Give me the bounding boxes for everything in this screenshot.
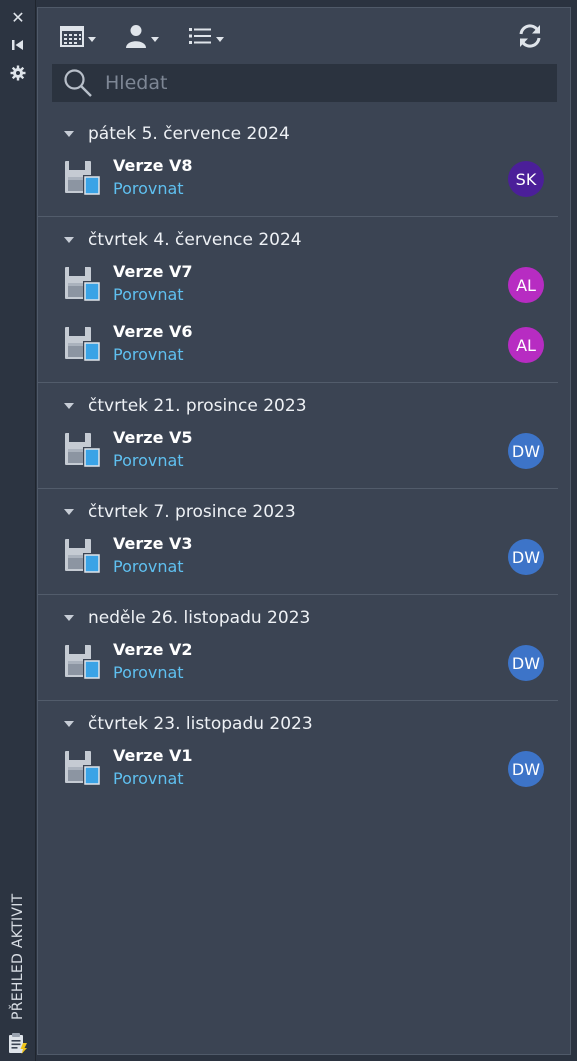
version-row[interactable]: Verze V1 Porovnat DW: [38, 746, 570, 806]
avatar: DW: [508, 645, 544, 681]
chevron-down-icon: [216, 36, 224, 42]
group-date: čtvrtek 23. listopadu 2023: [88, 713, 313, 734]
group-header[interactable]: neděle 26. listopadu 2023: [38, 595, 570, 640]
saved-file-icon: [64, 326, 102, 362]
avatar: AL: [508, 327, 544, 363]
saved-file-icon: [64, 644, 102, 680]
version-list: pátek 5. července 2024 Verze V8 Porovnat…: [38, 111, 570, 806]
collapse-triangle-icon[interactable]: [64, 508, 74, 515]
close-icon[interactable]: ✕: [9, 8, 27, 27]
compare-link[interactable]: Porovnat: [113, 769, 184, 788]
activity-clipboard-icon: [8, 1032, 28, 1054]
user-icon: [125, 24, 147, 52]
compare-link[interactable]: Porovnat: [113, 345, 184, 364]
collapse-triangle-icon[interactable]: [64, 130, 74, 137]
compare-link[interactable]: Porovnat: [113, 557, 184, 576]
refresh-button[interactable]: [516, 24, 544, 52]
calendar-filter-button[interactable]: [60, 24, 96, 52]
version-title: Verze V6: [113, 322, 193, 341]
version-title: Verze V8: [113, 156, 193, 175]
saved-file-icon: [64, 266, 102, 302]
collapse-left-icon[interactable]: [9, 36, 27, 54]
chevron-down-icon: [151, 36, 159, 42]
version-title: Verze V3: [113, 534, 193, 553]
list-filter-button[interactable]: [188, 24, 224, 52]
avatar: DW: [508, 433, 544, 469]
group-date: pátek 5. července 2024: [88, 123, 290, 144]
gear-icon[interactable]: [9, 64, 27, 82]
version-row[interactable]: Verze V3 Porovnat DW: [38, 534, 570, 594]
user-filter-button[interactable]: [125, 24, 159, 52]
group-header[interactable]: čtvrtek 4. července 2024: [38, 217, 570, 262]
group-header[interactable]: pátek 5. července 2024: [38, 111, 570, 156]
version-title: Verze V5: [113, 428, 193, 447]
search-box: [52, 64, 557, 102]
avatar: AL: [508, 267, 544, 303]
search-input[interactable]: [105, 72, 525, 94]
compare-link[interactable]: Porovnat: [113, 663, 184, 682]
saved-file-icon: [64, 538, 102, 574]
collapse-triangle-icon[interactable]: [64, 614, 74, 621]
avatar: DW: [508, 751, 544, 787]
saved-file-icon: [64, 750, 102, 786]
compare-link[interactable]: Porovnat: [113, 179, 184, 198]
avatar: SK: [508, 161, 544, 197]
version-title: Verze V2: [113, 640, 193, 659]
version-row[interactable]: Verze V2 Porovnat DW: [38, 640, 570, 700]
version-row[interactable]: Verze V5 Porovnat DW: [38, 428, 570, 488]
avatar: DW: [508, 539, 544, 575]
version-title: Verze V7: [113, 262, 193, 281]
group-date: čtvrtek 7. prosince 2023: [88, 501, 296, 522]
compare-link[interactable]: Porovnat: [113, 285, 184, 304]
group-header[interactable]: čtvrtek 23. listopadu 2023: [38, 701, 570, 746]
saved-file-icon: [64, 160, 102, 196]
group-date: čtvrtek 21. prosince 2023: [88, 395, 307, 416]
compare-link[interactable]: Porovnat: [113, 451, 184, 470]
chevron-down-icon: [88, 36, 96, 42]
activity-panel: pátek 5. července 2024 Verze V8 Porovnat…: [37, 7, 571, 1055]
version-title: Verze V1: [113, 746, 193, 765]
version-row[interactable]: Verze V7 Porovnat AL: [38, 262, 570, 322]
saved-file-icon: [64, 432, 102, 468]
group-date: čtvrtek 4. července 2024: [88, 229, 302, 250]
group-header[interactable]: čtvrtek 7. prosince 2023: [38, 489, 570, 534]
version-row[interactable]: Verze V8 Porovnat SK: [38, 156, 570, 216]
collapse-triangle-icon[interactable]: [64, 720, 74, 727]
collapse-triangle-icon[interactable]: [64, 236, 74, 243]
search-icon: [63, 68, 93, 98]
palette-title: PŘEHLED AKTIVIT: [10, 893, 26, 1020]
toolbar: [38, 8, 570, 64]
version-row[interactable]: Verze V6 Porovnat AL: [38, 322, 570, 382]
refresh-icon: [517, 23, 543, 53]
collapse-triangle-icon[interactable]: [64, 402, 74, 409]
list-icon: [188, 26, 212, 50]
palette-side-strip: ✕ PŘEHLED AKTIVIT: [0, 0, 36, 1061]
calendar-icon: [60, 25, 84, 51]
group-header[interactable]: čtvrtek 21. prosince 2023: [38, 383, 570, 428]
group-date: neděle 26. listopadu 2023: [88, 607, 311, 628]
